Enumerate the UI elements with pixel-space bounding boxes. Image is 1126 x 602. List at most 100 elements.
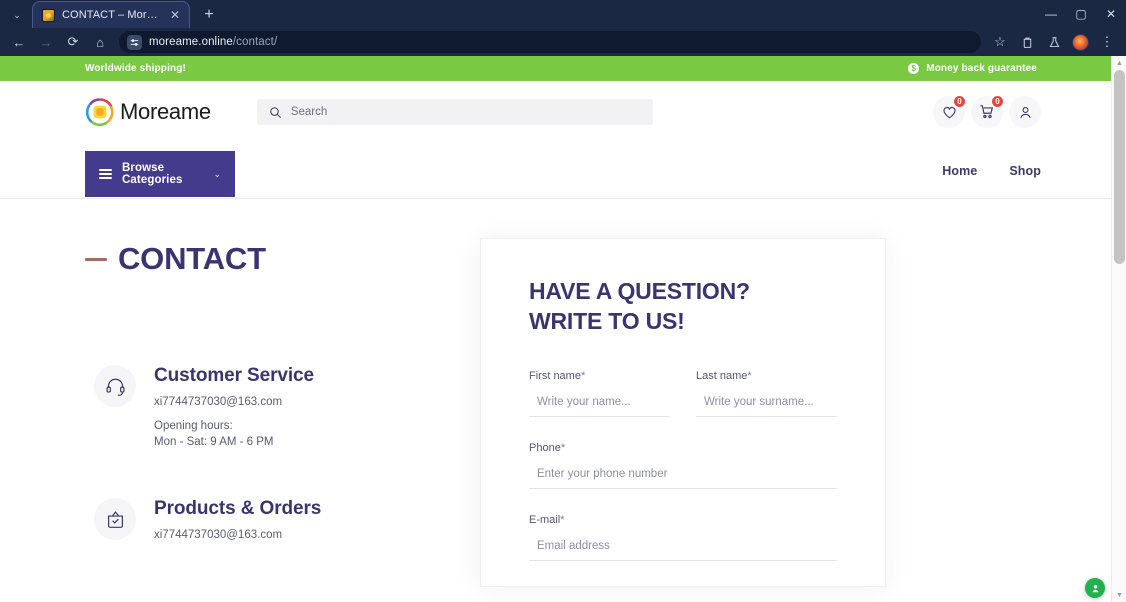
shopping-bag-check-icon <box>94 498 136 541</box>
header-icon-group: 0 0 <box>933 95 1041 128</box>
wishlist-button[interactable]: 0 <box>933 95 966 128</box>
cart-count-badge: 0 <box>991 95 1004 108</box>
search-input[interactable]: Search <box>256 99 653 125</box>
required-marker: * <box>580 369 586 382</box>
logo-text: Moreame <box>120 99 211 124</box>
required-marker: * <box>560 441 566 454</box>
title-dash-decoration <box>85 257 107 261</box>
last-name-input[interactable] <box>696 395 837 417</box>
close-icon[interactable]: ✕ <box>167 7 183 23</box>
labs-flask-icon[interactable] <box>1041 30 1067 54</box>
browse-categories-label: Browse Categories <box>122 162 183 186</box>
bookmark-star-icon[interactable]: ☆ <box>987 30 1013 54</box>
form-heading-line1: HAVE A QUESTION? <box>529 278 750 304</box>
required-marker: * <box>747 369 752 382</box>
browser-window: ⌄ CONTACT – Moreame ✕ + — ▢ ✕ ← → ⟳ ⌂ mo… <box>0 0 1126 602</box>
url-text: moreame.online/contact/ <box>149 36 277 48</box>
extensions-icon[interactable] <box>1014 30 1040 54</box>
email-input[interactable] <box>529 539 837 561</box>
phone-input[interactable] <box>529 467 837 489</box>
forward-icon[interactable]: → <box>33 30 59 54</box>
window-close-icon[interactable]: ✕ <box>1096 0 1126 28</box>
profile-avatar[interactable] <box>1072 33 1089 51</box>
chevron-down-icon: ⌄ <box>13 9 21 20</box>
main-navigation: Browse Categories ⌄ Home Shop <box>0 143 1126 199</box>
contact-info-block: Products & Orders xi7744737030@163.com <box>94 496 514 552</box>
toolbar-actions: ☆ ⋮ <box>987 30 1120 54</box>
tab-favicon-icon <box>42 8 55 22</box>
field-email: E-mail* <box>529 514 837 561</box>
required-marker: * <box>560 513 565 526</box>
logo-mark-icon <box>85 97 115 127</box>
label-text: Last name <box>696 369 748 382</box>
browse-categories-button[interactable]: Browse Categories ⌄ <box>85 151 235 197</box>
form-heading: HAVE A QUESTION? WRITE TO US! <box>529 277 837 337</box>
form-row-name: First name* Last name* <box>529 370 837 417</box>
search-placeholder: Search <box>290 106 328 118</box>
home-icon[interactable]: ⌂ <box>87 30 113 54</box>
coin-icon: $ <box>908 63 920 74</box>
tab-title: CONTACT – Moreame <box>62 9 160 21</box>
field-label-email: E-mail* <box>529 514 837 526</box>
field-last-name: Last name* <box>696 370 837 417</box>
announcement-right: $ Money back guarantee <box>908 63 1037 74</box>
form-row-phone: Phone* <box>529 442 837 489</box>
field-label-phone: Phone* <box>529 442 837 454</box>
site-settings-icon[interactable] <box>127 34 142 50</box>
nav-link-shop[interactable]: Shop <box>1009 164 1041 178</box>
headset-icon <box>94 365 136 407</box>
address-bar[interactable]: moreame.online/contact/ <box>119 31 981 53</box>
contact-block-title: Products & Orders <box>154 498 322 520</box>
hamburger-icon <box>99 168 112 180</box>
contact-info-column: Customer Service xi7744737030@163.com Op… <box>94 363 514 598</box>
url-domain: moreame.online <box>149 36 233 48</box>
search-icon <box>270 106 281 118</box>
contact-block-title: Customer Service <box>154 365 314 386</box>
maximize-icon[interactable]: ▢ <box>1066 0 1096 28</box>
field-label-last-name: Last name* <box>696 370 837 382</box>
page-content: CONTACT Customer Service xi7744737030@16… <box>0 199 1126 602</box>
contact-block-hours-value: Mon - Sat: 9 AM - 6 PM <box>154 435 274 448</box>
announcement-right-text: Money back guarantee <box>926 63 1037 74</box>
account-button[interactable] <box>1009 96 1041 128</box>
minimize-icon[interactable]: — <box>1036 0 1066 28</box>
form-heading-line2: WRITE TO US! <box>529 307 685 334</box>
wishlist-count-badge: 0 <box>953 95 966 108</box>
user-icon <box>1019 106 1031 118</box>
browser-menu-icon[interactable]: ⋮ <box>1094 30 1120 54</box>
browser-tab[interactable]: CONTACT – Moreame ✕ <box>32 1 190 28</box>
tab-strip: ⌄ CONTACT – Moreame ✕ + — ▢ ✕ <box>0 0 1126 28</box>
announcement-bar: Worldwide shipping! $ Money back guarant… <box>0 56 1126 81</box>
scrollbar-thumb[interactable] <box>1114 70 1125 264</box>
chevron-down-icon: ⌄ <box>213 168 221 179</box>
back-icon[interactable]: ← <box>6 30 32 54</box>
contact-info-block: Customer Service xi7744737030@163.com Op… <box>94 363 514 450</box>
page-scrollbar[interactable]: ▲ ▼ <box>1111 56 1126 602</box>
tab-search-button[interactable]: ⌄ <box>4 3 30 27</box>
scroll-up-icon[interactable]: ▲ <box>1112 56 1126 70</box>
field-first-name: First name* <box>529 370 670 417</box>
scroll-down-icon[interactable]: ▼ <box>1112 588 1126 602</box>
site-logo[interactable]: Moreame <box>85 97 211 127</box>
new-tab-button[interactable]: + <box>196 3 222 27</box>
page-title: CONTACT <box>118 241 266 276</box>
heart-icon <box>942 106 956 118</box>
nav-link-home[interactable]: Home <box>942 164 977 178</box>
label-text: Phone <box>529 441 561 454</box>
contact-form-card: HAVE A QUESTION? WRITE TO US! First name… <box>481 239 885 586</box>
field-phone: Phone* <box>529 442 837 489</box>
first-name-input[interactable] <box>529 395 670 417</box>
cart-button[interactable]: 0 <box>971 95 1004 128</box>
contact-block-email[interactable]: xi7744737030@163.com <box>154 396 314 408</box>
location-person-icon[interactable] <box>1085 578 1105 598</box>
field-label-first-name: First name* <box>529 370 670 382</box>
page-viewport: Worldwide shipping! $ Money back guarant… <box>0 56 1126 602</box>
site-header: Moreame Search 0 0 <box>0 81 1126 143</box>
form-row-email: E-mail* <box>529 514 837 561</box>
window-controls: — ▢ ✕ <box>1036 0 1126 28</box>
reload-icon[interactable]: ⟳ <box>60 30 86 54</box>
contact-block-email[interactable]: xi7744737030@163.com <box>154 529 321 541</box>
browser-toolbar: ← → ⟳ ⌂ moreame.online/contact/ ☆ ⋮ <box>0 28 1126 56</box>
url-path: /contact/ <box>232 36 278 48</box>
nav-links: Home Shop <box>942 164 1041 178</box>
